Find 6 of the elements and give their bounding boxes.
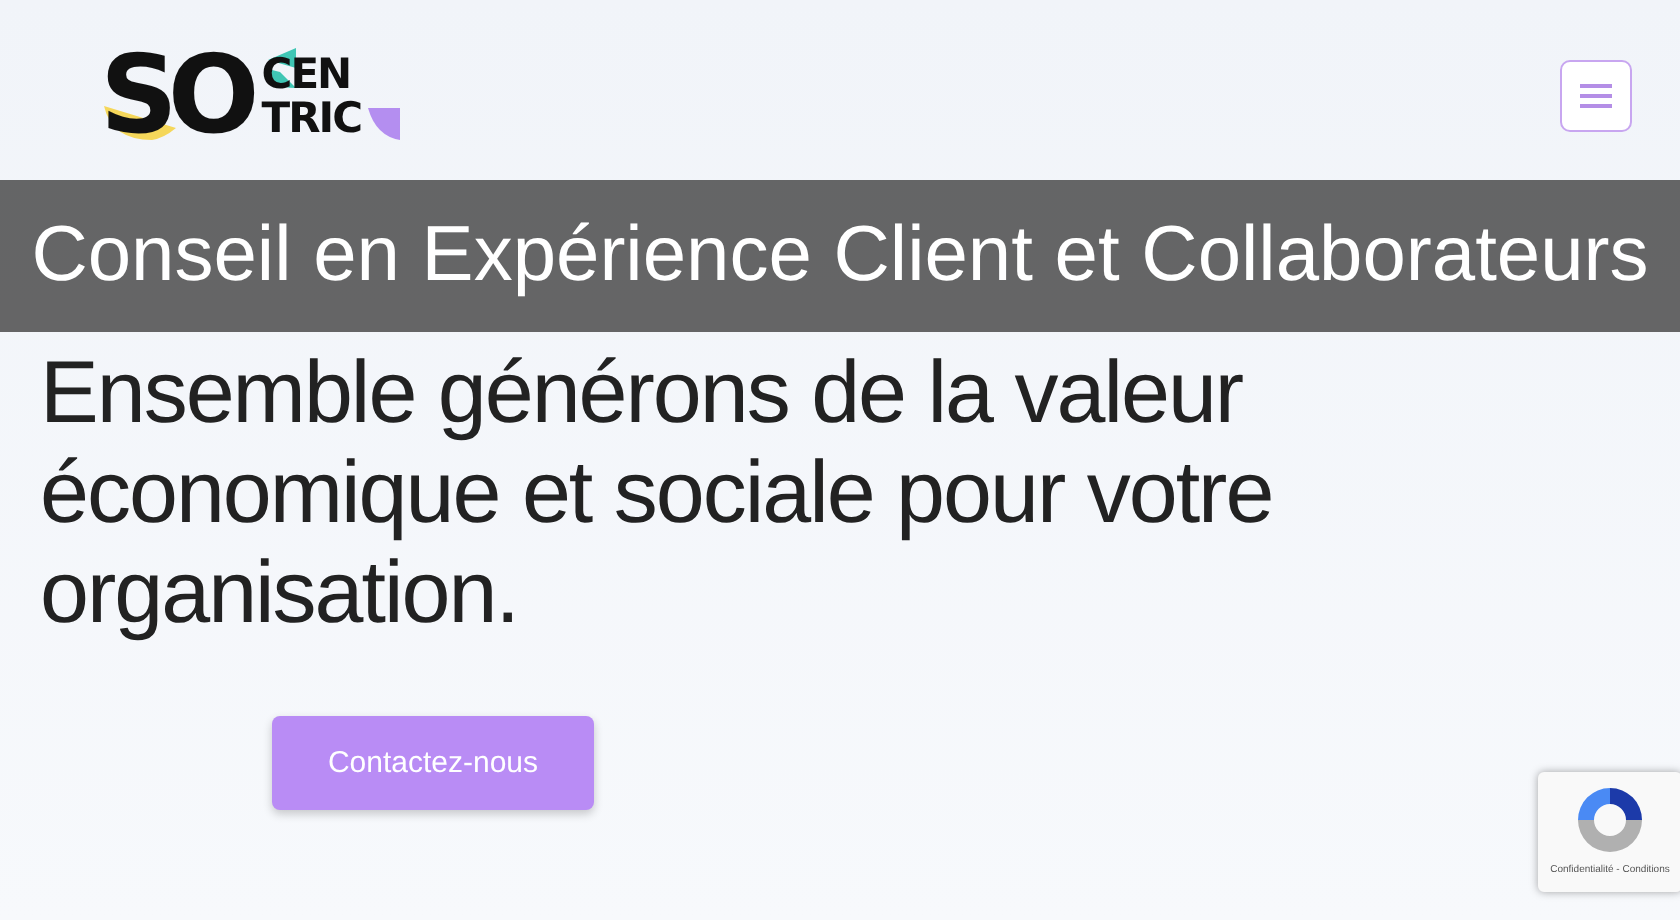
menu-icon — [1580, 84, 1612, 108]
banner-title: Conseil en Expérience Client et Collaborateurs — [31, 212, 1649, 300]
logo-text: SO — [100, 42, 250, 150]
hero-heading: Ensemble générons de la valeur économique et sociale pour votre organisation. — [40, 344, 1275, 644]
logo-text: TRIC — [261, 96, 362, 141]
menu-button[interactable] — [1560, 60, 1632, 132]
